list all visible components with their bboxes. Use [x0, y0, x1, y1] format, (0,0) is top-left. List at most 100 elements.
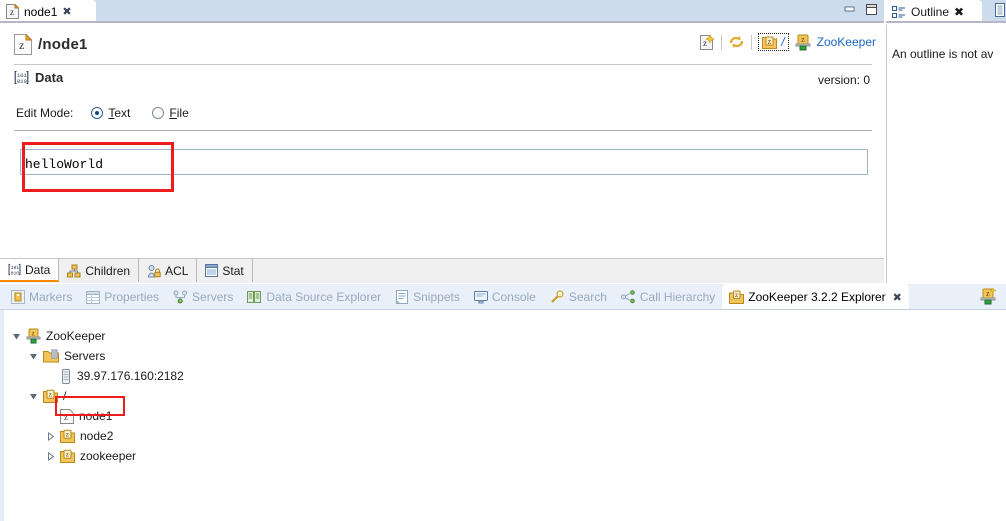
view-menu-icon[interactable] — [994, 3, 1006, 17]
binary-data-icon: 101 010 — [8, 263, 21, 276]
close-icon[interactable]: ✖ — [62, 5, 71, 18]
data-source-explorer-icon — [247, 290, 262, 304]
svg-text:z: z — [768, 37, 772, 46]
eclipse-workbench-window: z node1 ✖ z /node1 z z / z ZooKeeper 101… — [0, 0, 1006, 521]
zookeeper-tree[interactable]: z ZooKeeper Servers 39.97.176.160:2182 z… — [0, 310, 1006, 521]
subtab-stat[interactable]: Stat — [197, 259, 253, 282]
close-icon[interactable]: ✖ — [954, 5, 964, 19]
outline-icon — [892, 5, 906, 19]
zookeeper-root-icon: z — [26, 328, 41, 344]
outline-empty-message: An outline is not av — [892, 47, 994, 61]
twisty-collapsed-icon[interactable] — [44, 431, 57, 441]
view-tab-markers[interactable]: Markers — [4, 284, 79, 310]
tree-item-node1[interactable]: z node1 — [44, 406, 112, 426]
edit-mode-file-rest: ile — [176, 106, 189, 120]
twisty-expanded-icon[interactable] — [27, 352, 40, 361]
view-tab-data-source-explorer[interactable]: Data Source Explorer — [240, 284, 388, 310]
view-tab-zookeeper-explorer-label: ZooKeeper 3.2.2 Explorer — [748, 290, 886, 304]
svg-text:010: 010 — [17, 78, 27, 85]
svg-text:z: z — [801, 35, 805, 44]
svg-text:z: z — [735, 291, 738, 299]
view-tab-console-label: Console — [491, 290, 536, 304]
twisty-collapsed-icon[interactable] — [44, 451, 57, 461]
radio-text[interactable] — [91, 107, 104, 119]
refresh-icon[interactable] — [728, 34, 745, 50]
page-title: /node1 — [38, 35, 88, 53]
subtab-data[interactable]: 101 010 Data — [0, 259, 60, 282]
console-icon — [473, 290, 488, 304]
binary-data-icon: 101 010 — [14, 70, 29, 85]
root-path-link[interactable]: / — [781, 35, 784, 49]
view-tab-snippets[interactable]: Snippets — [388, 284, 467, 310]
tree-item-label: ZooKeeper — [46, 329, 106, 343]
subtab-acl-label: ACL — [165, 263, 189, 278]
twisty-expanded-icon[interactable] — [10, 332, 23, 341]
zookeeper-connection-link[interactable]: ZooKeeper — [817, 35, 876, 49]
znode-version-label: version: 0 — [817, 73, 870, 87]
server-icon — [60, 368, 72, 384]
children-tree-icon — [67, 264, 81, 278]
stat-table-icon — [205, 264, 219, 277]
view-tab-console[interactable]: Console — [467, 284, 543, 310]
subtab-children[interactable]: Children — [59, 259, 140, 282]
view-tab-properties[interactable]: Properties — [79, 284, 166, 310]
outline-divider — [886, 25, 887, 283]
znode-icon: z — [60, 449, 75, 463]
subtab-children-label: Children — [85, 263, 131, 278]
edit-mode-divider — [14, 130, 872, 131]
view-tab-servers-label: Servers — [192, 290, 234, 304]
view-tab-search[interactable]: Search — [543, 284, 614, 310]
outline-tab[interactable]: Outline ✖ — [886, 0, 982, 23]
header-divider — [14, 64, 872, 65]
view-tab-servers[interactable]: Servers — [166, 284, 240, 310]
view-tab-call-hierarchy[interactable]: Call Hierarchy — [614, 284, 722, 310]
edit-mode-file-label: File — [169, 106, 188, 120]
bottom-view-tabs: Markers Properties Servers Data Source E… — [4, 284, 909, 310]
search-icon — [550, 290, 565, 304]
tree-item-zookeeper-znode[interactable]: z zookeeper — [44, 446, 136, 466]
toolbar-separator — [751, 34, 753, 50]
toolbar-separator — [721, 34, 723, 50]
data-section-title: 101 010 Data version: 0 — [14, 70, 872, 87]
znode-icon: z — [43, 389, 58, 403]
subtab-data-label: Data — [25, 262, 51, 277]
editor-window-buttons — [843, 3, 878, 16]
new-znode-icon[interactable]: z — [699, 33, 715, 51]
add-zookeeper-connection-icon[interactable]: z — [980, 287, 998, 306]
svg-text:z: z — [986, 289, 990, 298]
tree-item-label: Servers — [64, 349, 106, 363]
outline-tab-label: Outline — [911, 4, 950, 19]
close-icon[interactable]: ✖ — [893, 291, 902, 304]
editor-subtab-bar: 101 010 Data Children ACL Stat — [0, 259, 884, 283]
radio-file[interactable] — [152, 107, 165, 119]
tree-item-label: node1 — [79, 409, 113, 423]
znode-data-input[interactable] — [20, 149, 868, 175]
servers-icon — [173, 290, 188, 304]
minimize-icon[interactable] — [843, 4, 856, 15]
tree-item-server-address[interactable]: 39.97.176.160:2182 — [44, 366, 184, 386]
svg-text:z: z — [66, 451, 69, 459]
twisty-expanded-icon[interactable] — [27, 392, 40, 401]
editor-tab-label: node1 — [24, 4, 58, 19]
maximize-icon[interactable] — [865, 3, 878, 16]
znode-path-breadcrumb[interactable]: z / — [758, 33, 789, 51]
edit-mode-label: Edit Mode: — [16, 106, 74, 120]
view-tab-data-source-explorer-label: Data Source Explorer — [266, 290, 382, 304]
view-tab-zookeeper-explorer[interactable]: z ZooKeeper 3.2.2 Explorer ✖ — [722, 284, 909, 310]
edit-mode-option-text[interactable]: Text — [91, 106, 130, 120]
edit-mode-option-file[interactable]: File — [152, 106, 189, 120]
editor-form-header: z /node1 z z / z ZooKeeper — [0, 25, 884, 63]
editor-tab-node1[interactable]: z node1 ✖ — [0, 0, 96, 23]
zookeeper-server-icon: z — [795, 34, 811, 51]
svg-text:z: z — [49, 391, 52, 399]
tree-item-root-path[interactable]: z / — [27, 386, 66, 406]
tree-item-node2[interactable]: z node2 — [44, 426, 113, 446]
tree-item-label: zookeeper — [80, 449, 137, 463]
editor-header-toolbar: z z / z ZooKeeper — [699, 33, 876, 51]
view-tab-markers-label: Markers — [29, 290, 73, 304]
subtab-acl[interactable]: ACL — [139, 259, 198, 282]
tree-item-zookeeper[interactable]: z ZooKeeper — [10, 326, 105, 346]
subtab-stat-label: Stat — [222, 263, 244, 278]
outline-tab-bar: Outline ✖ — [886, 0, 1006, 23]
tree-item-servers[interactable]: Servers — [27, 346, 105, 366]
